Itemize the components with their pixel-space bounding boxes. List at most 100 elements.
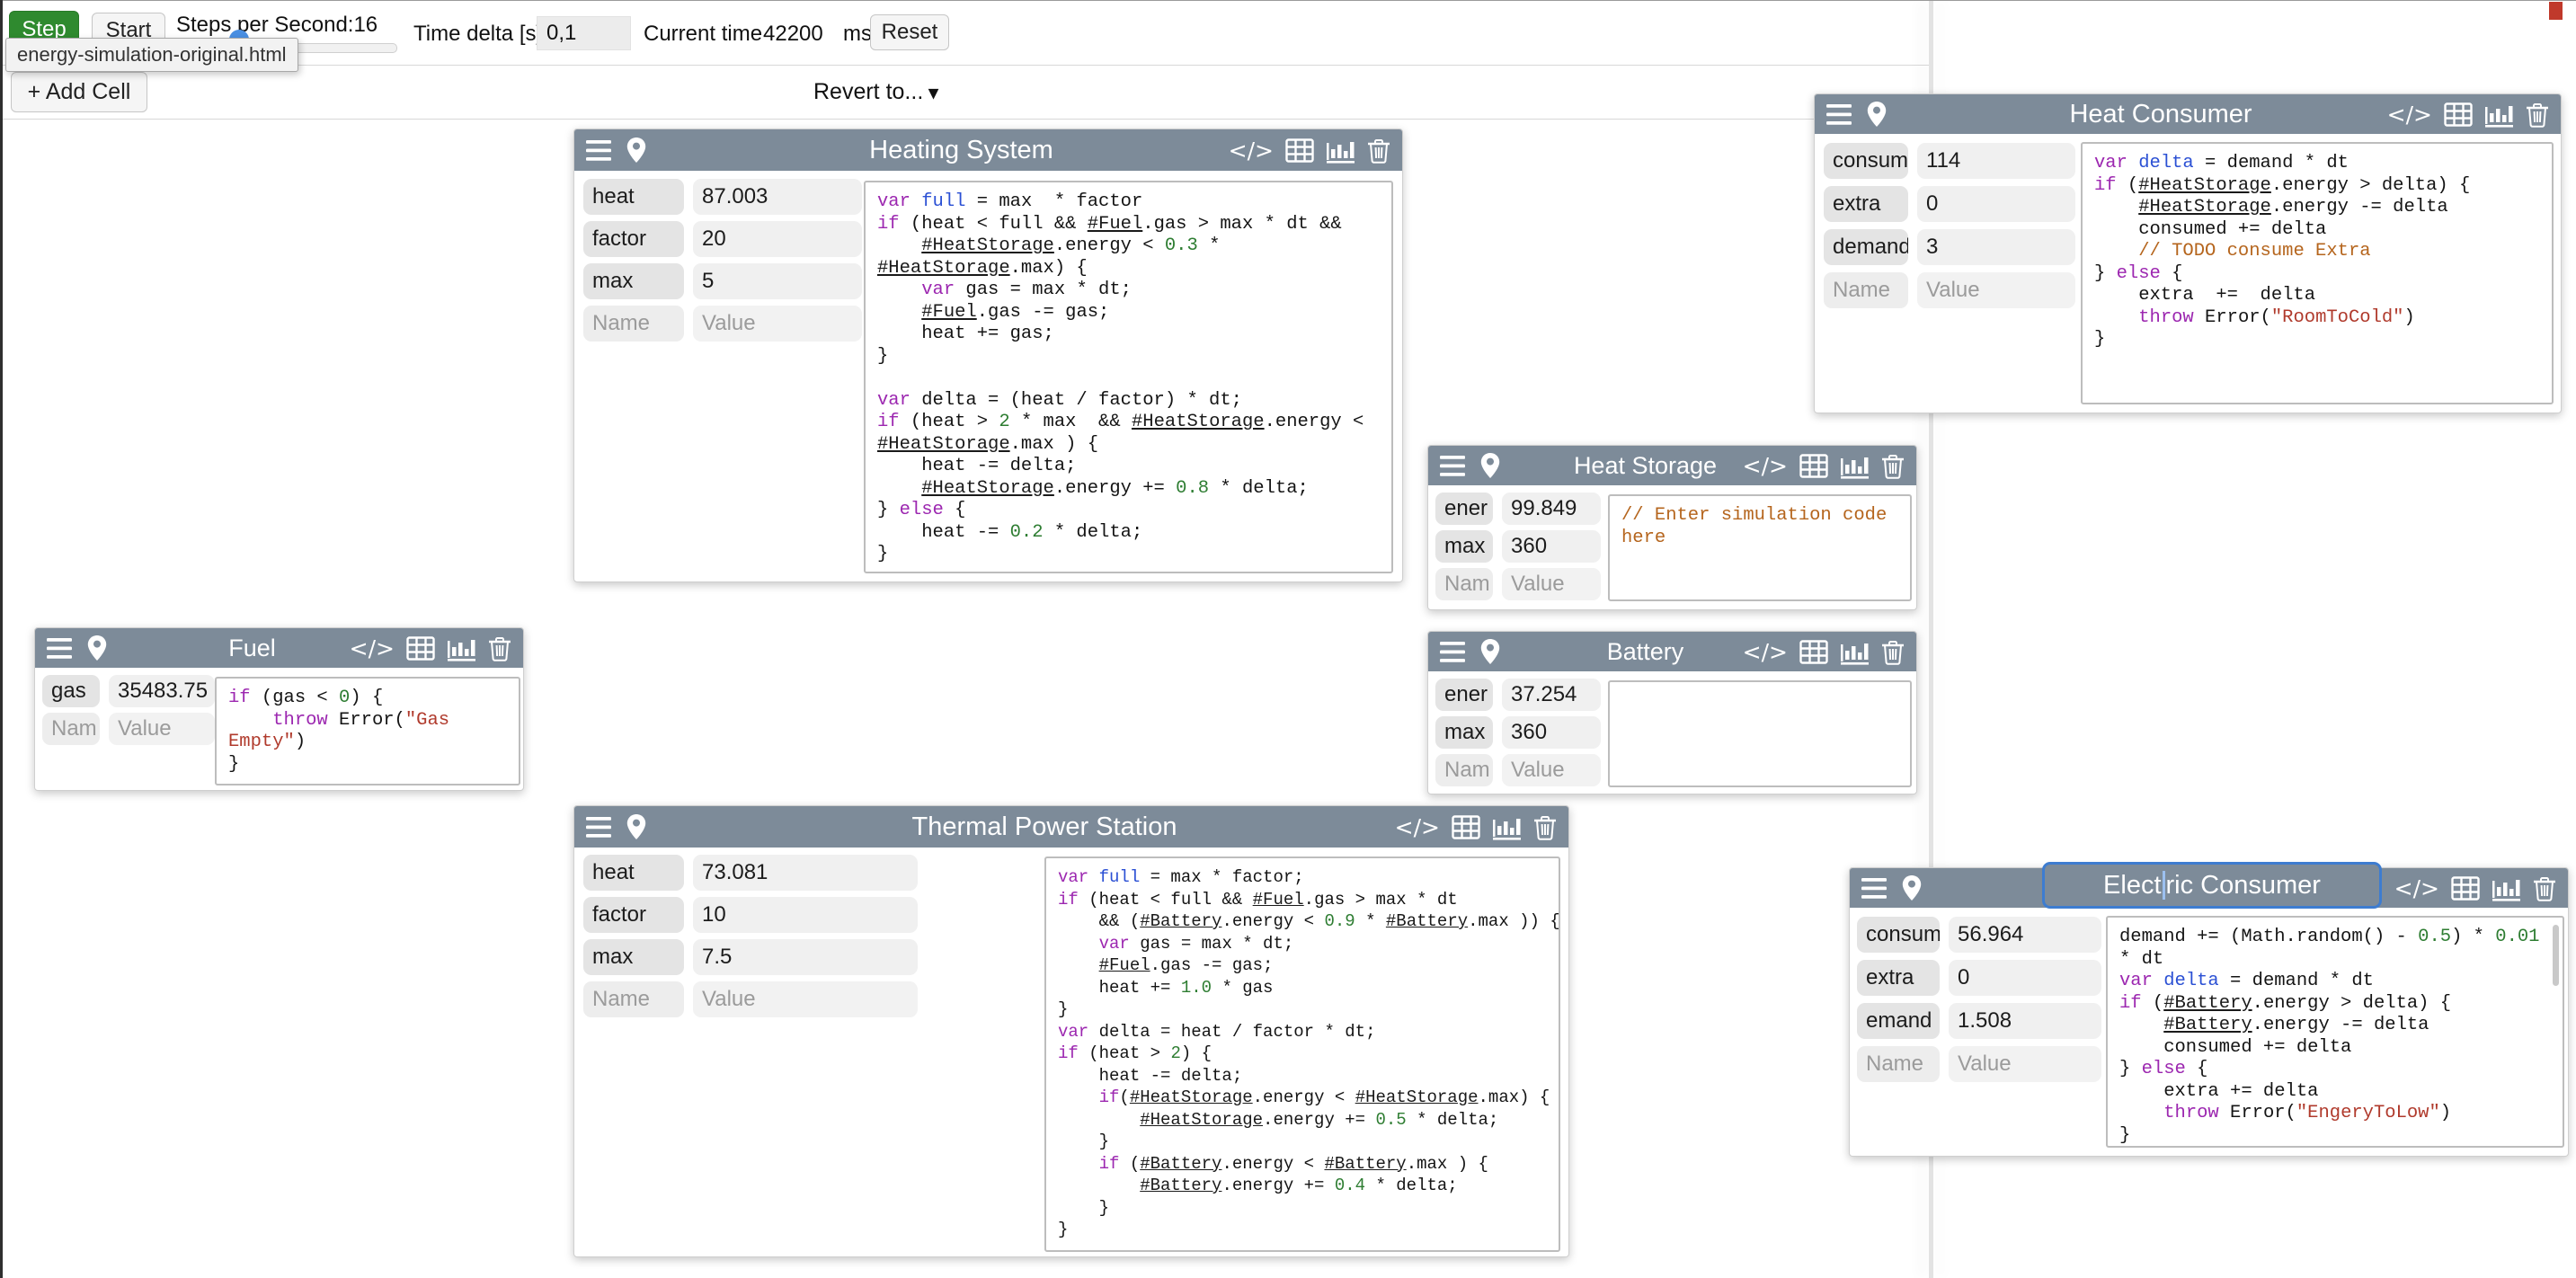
param-name-cell[interactable]: ener — [1435, 493, 1493, 525]
menu-icon[interactable] — [47, 636, 74, 661]
panel-header[interactable]: </>Heat Storage — [1428, 446, 1916, 485]
trash-icon[interactable] — [1881, 638, 1905, 665]
param-value-cell[interactable]: Value — [693, 306, 862, 342]
code-editor[interactable]: var full = max * factor;if (heat < full … — [1044, 856, 1560, 1252]
table-icon[interactable] — [1799, 640, 1828, 664]
param-value-cell[interactable]: Value — [1502, 754, 1601, 786]
panel-header[interactable]: </>Battery — [1428, 632, 1916, 671]
reset-button[interactable]: Reset — [870, 14, 949, 50]
param-value-cell[interactable]: 35483.75 — [109, 675, 215, 707]
chart-icon[interactable] — [1840, 639, 1870, 665]
param-name-cell[interactable]: gas — [42, 675, 100, 707]
trash-icon[interactable] — [1881, 452, 1905, 479]
param-value-cell[interactable]: 5 — [693, 263, 862, 299]
revert-dropdown[interactable]: Revert to...▾ — [813, 79, 938, 105]
param-name-cell[interactable]: max — [583, 263, 684, 299]
param-value-cell[interactable]: 0 — [1949, 960, 2101, 996]
code-scrollbar[interactable] — [2553, 925, 2559, 986]
trash-icon[interactable] — [488, 635, 511, 661]
pin-icon[interactable] — [1479, 638, 1501, 665]
panel-title[interactable]: Thermal Power Station — [655, 806, 1434, 848]
param-value-cell[interactable]: 7.5 — [693, 939, 918, 975]
table-icon[interactable] — [2451, 876, 2480, 901]
param-name-cell[interactable]: consum — [1857, 917, 1940, 953]
table-icon[interactable] — [1799, 454, 1828, 478]
code-icon[interactable]: </> — [2394, 877, 2439, 900]
panel-title[interactable]: Heating System — [655, 129, 1267, 171]
param-value-cell[interactable]: 99.849 — [1502, 493, 1601, 525]
param-value-cell[interactable]: 360 — [1502, 530, 1601, 563]
chart-icon[interactable] — [447, 635, 476, 661]
param-value-cell[interactable]: 3 — [1917, 229, 2075, 265]
param-value-cell[interactable]: 360 — [1502, 716, 1601, 749]
param-name-cell[interactable]: extra — [1824, 186, 1908, 222]
pin-icon[interactable] — [626, 137, 647, 164]
chart-icon[interactable] — [2484, 102, 2514, 128]
chart-icon[interactable] — [2492, 875, 2521, 901]
panel-title-input[interactable]: Electric Consumer — [2042, 862, 2382, 909]
param-value-cell[interactable]: 0 — [1917, 186, 2075, 222]
param-name-cell[interactable]: demand — [1824, 229, 1908, 265]
param-name-cell[interactable]: Name — [1824, 272, 1908, 308]
param-value-cell[interactable]: Value — [1917, 272, 2075, 308]
param-value-cell[interactable]: 114 — [1917, 143, 2075, 179]
panel-header[interactable]: </>Heating System — [574, 129, 1402, 171]
pin-icon[interactable] — [86, 635, 108, 661]
table-icon[interactable] — [1285, 138, 1314, 163]
param-value-cell[interactable]: 56.964 — [1949, 917, 2101, 953]
menu-icon[interactable] — [1440, 640, 1467, 664]
chart-icon[interactable] — [1840, 453, 1870, 479]
trash-icon[interactable] — [2533, 874, 2556, 901]
param-value-cell[interactable]: Value — [109, 713, 215, 745]
param-name-cell[interactable]: factor — [583, 221, 684, 257]
menu-icon[interactable] — [586, 815, 613, 839]
menu-icon[interactable] — [1826, 102, 1853, 127]
param-name-cell[interactable]: Name — [583, 306, 684, 342]
table-icon[interactable] — [406, 636, 435, 661]
panel-header[interactable]: </>Heat Consumer — [1815, 94, 2561, 134]
code-editor[interactable]: // Enter simulation codehere — [1608, 494, 1912, 601]
trash-icon[interactable] — [1367, 137, 1390, 164]
param-name-cell[interactable]: max — [1435, 716, 1493, 749]
table-icon[interactable] — [1452, 815, 1480, 839]
pin-icon[interactable] — [1479, 452, 1501, 479]
param-value-cell[interactable]: 87.003 — [693, 179, 862, 215]
menu-icon[interactable] — [1440, 454, 1467, 478]
code-editor[interactable]: if (gas < 0) { throw Error("GasEmpty")} — [215, 677, 520, 785]
code-editor[interactable]: demand += (Math.random() - 0.5) * 0.01* … — [2106, 916, 2564, 1148]
panel-header[interactable]: </>Fuel — [35, 628, 523, 668]
panel-title[interactable]: Fuel — [116, 628, 388, 668]
menu-icon[interactable] — [586, 138, 613, 163]
add-cell-button[interactable]: + Add Cell — [11, 72, 147, 112]
trash-icon[interactable] — [2526, 101, 2549, 128]
param-name-cell[interactable]: heat — [583, 855, 684, 891]
code-editor[interactable]: var delta = demand * dtif (#HeatStorage.… — [2081, 142, 2554, 404]
param-name-cell[interactable]: extra — [1857, 960, 1940, 996]
code-editor[interactable]: var full = max * factorif (heat < full &… — [864, 181, 1393, 573]
param-value-cell[interactable]: 1.508 — [1949, 1003, 2101, 1039]
panel-header[interactable]: </>Electric Consumer — [1850, 868, 2568, 908]
param-value-cell[interactable]: 73.081 — [693, 855, 918, 891]
param-value-cell[interactable]: 20 — [693, 221, 862, 257]
pin-icon[interactable] — [1866, 101, 1888, 128]
panel-header[interactable]: </>Thermal Power Station — [574, 806, 1568, 848]
trash-icon[interactable] — [1533, 813, 1557, 840]
param-name-cell[interactable]: Name — [1857, 1046, 1940, 1082]
pin-icon[interactable] — [1901, 874, 1923, 901]
param-value-cell[interactable]: Value — [1502, 568, 1601, 600]
param-name-cell[interactable]: factor — [583, 897, 684, 933]
chart-icon[interactable] — [1326, 138, 1355, 164]
param-name-cell[interactable]: max — [583, 939, 684, 975]
param-name-cell[interactable]: ener — [1435, 679, 1493, 711]
param-name-cell[interactable]: Nam — [1435, 754, 1493, 786]
param-name-cell[interactable]: Nam — [42, 713, 100, 745]
param-name-cell[interactable]: Nam — [1435, 568, 1493, 600]
param-name-cell[interactable]: heat — [583, 179, 684, 215]
time-delta-input[interactable]: 0,1 — [537, 16, 631, 50]
param-value-cell[interactable]: Value — [693, 981, 918, 1017]
panel-title[interactable]: Battery — [1509, 632, 1781, 671]
param-name-cell[interactable]: consum — [1824, 143, 1908, 179]
chart-icon[interactable] — [1492, 814, 1522, 840]
param-value-cell[interactable]: 37.254 — [1502, 679, 1601, 711]
param-value-cell[interactable]: Value — [1949, 1046, 2101, 1082]
